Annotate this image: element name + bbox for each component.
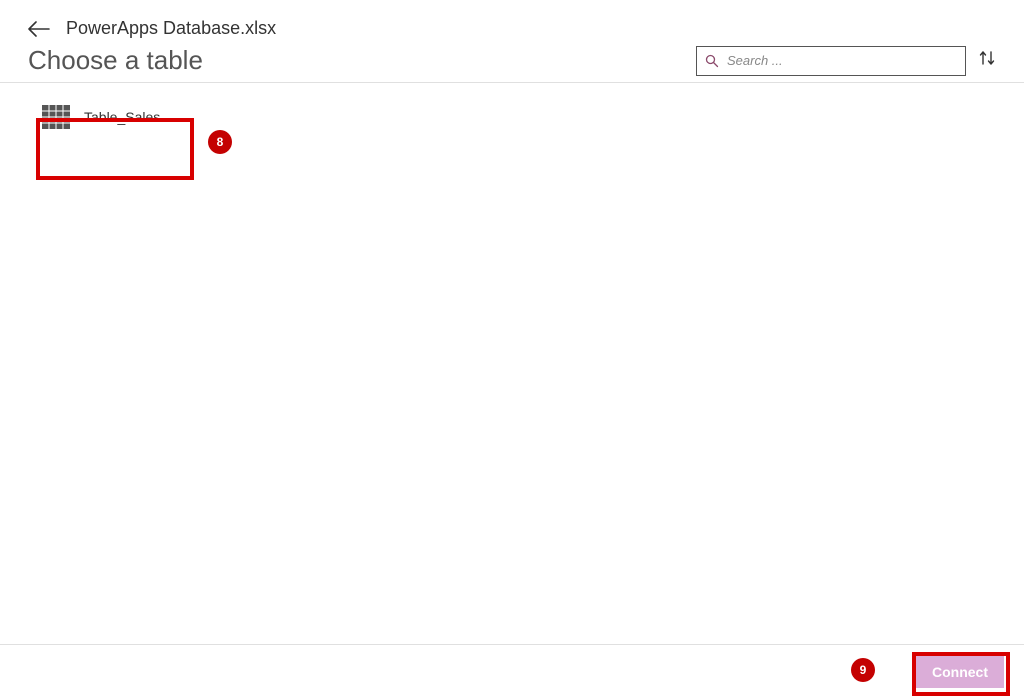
page-title: Choose a table [28, 45, 203, 76]
table-list: Table_Sales [0, 83, 1024, 151]
table-icon [42, 105, 70, 129]
connect-button[interactable]: Connect [916, 656, 1004, 688]
file-name: PowerApps Database.xlsx [66, 18, 276, 39]
subheader-bar: Choose a table [0, 45, 1024, 83]
header-bar: PowerApps Database.xlsx [0, 0, 1024, 41]
sort-icon[interactable] [978, 49, 996, 72]
search-icon [705, 54, 719, 68]
search-box[interactable] [696, 46, 966, 76]
search-input[interactable] [727, 53, 957, 68]
right-controls [696, 46, 996, 76]
back-arrow-icon[interactable] [28, 21, 50, 37]
table-label: Table_Sales [84, 109, 160, 125]
footer-bar: Connect [0, 644, 1024, 698]
table-item-sales[interactable]: Table_Sales [28, 95, 174, 139]
